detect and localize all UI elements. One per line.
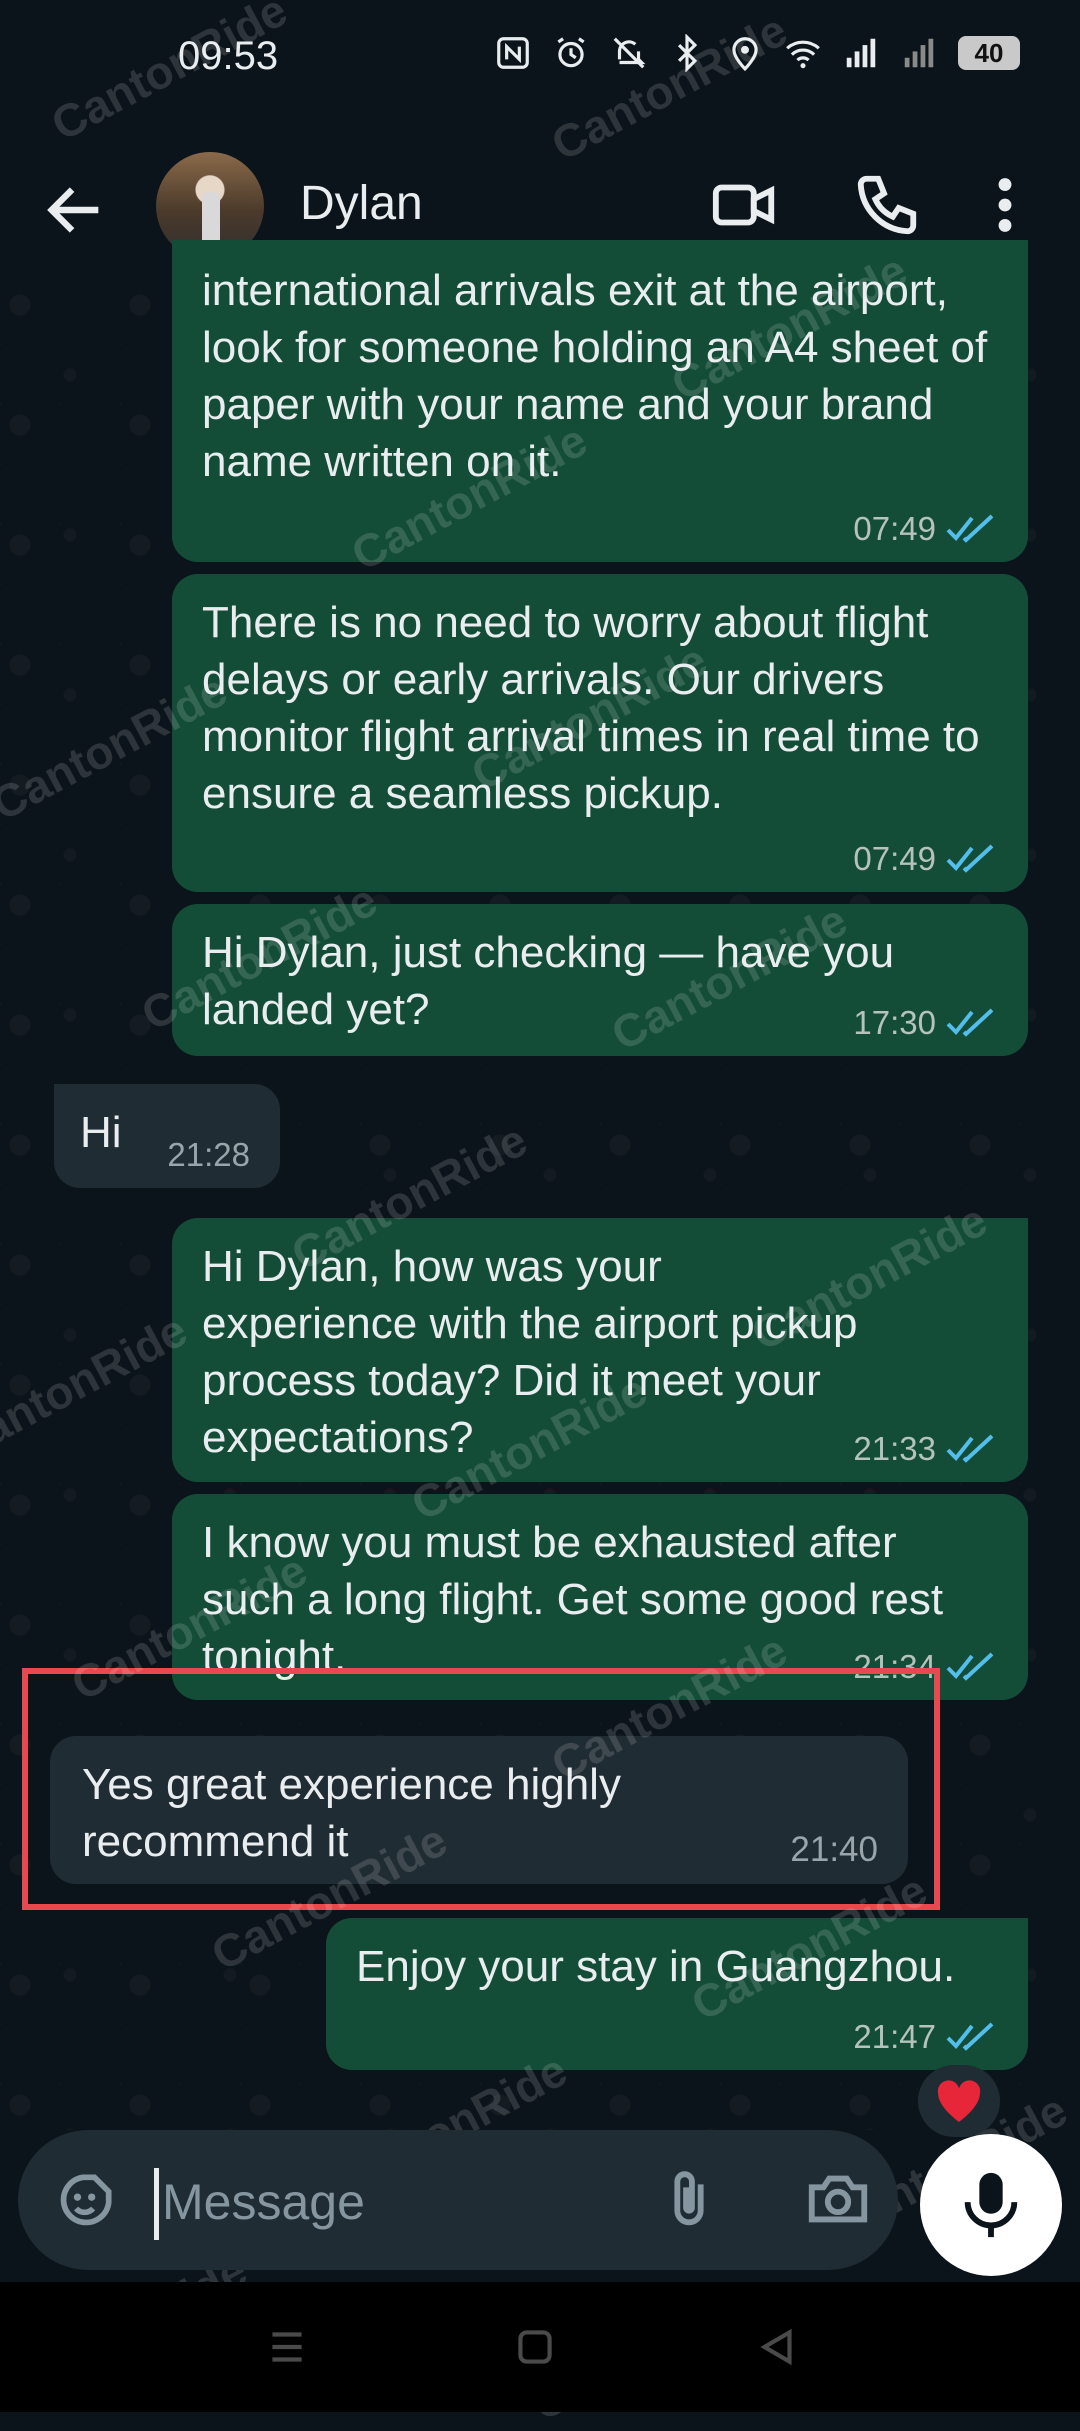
status-time: 09:53 bbox=[178, 34, 279, 78]
camera-icon bbox=[808, 2175, 868, 2223]
paperclip-icon bbox=[674, 2171, 704, 2226]
message-time: 07:49 bbox=[853, 510, 936, 547]
heart-icon bbox=[937, 2080, 981, 2122]
menu-lines-icon bbox=[272, 2332, 302, 2362]
back-button[interactable] bbox=[40, 175, 110, 245]
message-bubble-outgoing[interactable]: Enjoy your stay in Guangzhou. 21:47 bbox=[326, 1918, 1028, 2070]
highlight-annotation-box bbox=[22, 1668, 940, 1910]
signal-5g-icon bbox=[842, 34, 880, 72]
signal-icon bbox=[900, 34, 938, 72]
sticker-smiley-icon bbox=[60, 2174, 112, 2226]
message-bubble-outgoing[interactable]: There is no need to worry about flight d… bbox=[172, 574, 1028, 892]
read-ticks-icon bbox=[946, 844, 994, 873]
attach-button[interactable] bbox=[654, 2164, 724, 2234]
message-meta: 21:28 bbox=[167, 1136, 250, 1174]
contact-name[interactable]: Dylan bbox=[300, 176, 423, 231]
square-icon bbox=[518, 2330, 552, 2364]
message-composer bbox=[18, 2130, 898, 2270]
message-bubble-outgoing[interactable]: Hi Dylan, just checking — have you lande… bbox=[172, 904, 1028, 1056]
message-time: 21:28 bbox=[167, 1136, 250, 1173]
recents-button[interactable] bbox=[262, 2322, 312, 2372]
emoji-button[interactable] bbox=[52, 2166, 120, 2234]
microphone-icon bbox=[964, 2172, 1018, 2238]
read-ticks-icon bbox=[946, 1434, 994, 1463]
message-meta: 07:49 bbox=[853, 840, 998, 878]
mute-icon bbox=[610, 34, 648, 72]
more-options-button[interactable] bbox=[980, 170, 1030, 240]
message-meta: 21:33 bbox=[853, 1430, 998, 1468]
message-reaction[interactable] bbox=[918, 2065, 1000, 2137]
home-button[interactable] bbox=[510, 2322, 560, 2372]
voice-call-button[interactable] bbox=[852, 170, 922, 240]
message-bubble-incoming[interactable]: Hi 21:28 bbox=[54, 1084, 280, 1188]
back-nav-button[interactable] bbox=[752, 2322, 802, 2372]
read-ticks-icon bbox=[946, 1652, 994, 1681]
kebab-menu-icon bbox=[998, 178, 1012, 232]
nfc-icon bbox=[494, 34, 532, 72]
camera-button[interactable] bbox=[802, 2164, 874, 2234]
message-text: Hi Dylan, how was your experience with t… bbox=[202, 1242, 858, 1462]
battery-indicator: 40 bbox=[958, 36, 1020, 70]
message-input[interactable] bbox=[160, 2156, 644, 2248]
wifi-icon bbox=[784, 34, 822, 72]
read-ticks-icon bbox=[946, 514, 994, 543]
read-ticks-icon bbox=[946, 2022, 994, 2051]
location-icon bbox=[726, 34, 764, 72]
message-time: 21:47 bbox=[853, 2018, 936, 2055]
triangle-back-icon bbox=[760, 2328, 792, 2366]
message-meta: 07:49 bbox=[853, 510, 998, 548]
message-text: There is no need to worry about flight d… bbox=[202, 598, 980, 818]
alarm-icon bbox=[552, 34, 590, 72]
bluetooth-icon bbox=[668, 34, 706, 72]
message-text: international arrivals exit at the airpo… bbox=[202, 266, 988, 486]
message-meta: 21:47 bbox=[853, 2018, 998, 2056]
text-cursor bbox=[154, 2168, 159, 2240]
arrow-left-icon bbox=[47, 187, 99, 233]
message-text: Hi Dylan, just checking — have you lande… bbox=[202, 928, 895, 1034]
voice-message-button[interactable] bbox=[920, 2134, 1062, 2276]
phone-icon bbox=[857, 175, 917, 235]
status-bar: 09:53 40 bbox=[0, 0, 1080, 120]
message-meta: 17:30 bbox=[853, 1004, 998, 1042]
message-time: 07:49 bbox=[853, 840, 936, 877]
status-icons: 40 bbox=[494, 34, 1020, 72]
read-ticks-icon bbox=[946, 1008, 994, 1037]
message-bubble-outgoing[interactable]: Hi Dylan, how was your experience with t… bbox=[172, 1218, 1028, 1482]
message-time: 21:33 bbox=[853, 1430, 936, 1467]
video-call-button[interactable] bbox=[710, 170, 780, 240]
system-nav-bar bbox=[0, 2282, 1080, 2412]
message-bubble-outgoing[interactable]: international arrivals exit at the airpo… bbox=[172, 240, 1028, 562]
message-text: Enjoy your stay in Guangzhou. bbox=[356, 1942, 956, 1991]
message-time: 17:30 bbox=[853, 1004, 936, 1041]
video-camera-icon bbox=[712, 184, 775, 226]
